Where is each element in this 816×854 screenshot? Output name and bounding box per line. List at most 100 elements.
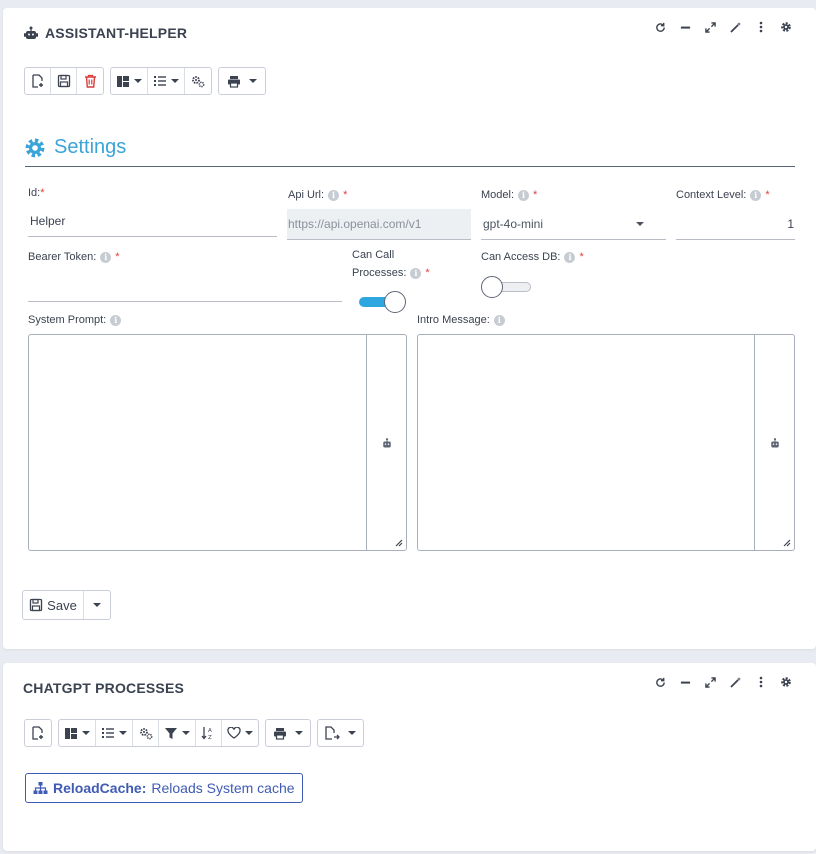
chevron-down-icon: [93, 603, 101, 607]
print-group: [265, 719, 311, 747]
minimize-icon[interactable]: [673, 674, 698, 690]
form-toolbar: [24, 67, 266, 95]
id-label: Id:*: [28, 187, 45, 199]
document-actions-group: [24, 67, 104, 95]
delete-icon: [84, 74, 96, 88]
context-level-field[interactable]: 1: [676, 209, 795, 240]
save-button-group: Save: [22, 590, 111, 620]
info-icon[interactable]: i: [328, 189, 340, 201]
info-icon[interactable]: i: [100, 251, 112, 263]
assistant-helper-panel: ASSISTANT-HELPER: [3, 8, 816, 649]
bearer-token-field[interactable]: [28, 268, 342, 302]
new-document-button[interactable]: [25, 720, 51, 746]
chevron-down-icon: [171, 79, 179, 83]
cogs-button[interactable]: [133, 720, 159, 746]
save-button-label: Save: [47, 597, 77, 613]
delete-button[interactable]: [77, 68, 103, 94]
export-dropdown-button[interactable]: [318, 720, 363, 746]
process-reloadcache-button[interactable]: ReloadCache: Reloads System cache: [25, 773, 303, 803]
print-group: [218, 67, 266, 95]
model-select[interactable]: gpt-4o-mini: [481, 209, 666, 240]
panel-title: ASSISTANT-HELPER: [23, 25, 187, 41]
settings-divider: [25, 166, 795, 167]
expand-icon[interactable]: [698, 19, 723, 35]
system-prompt-textarea[interactable]: [28, 334, 407, 551]
print-dropdown-button[interactable]: [266, 720, 310, 746]
panel-title: CHATGPT PROCESSES: [23, 680, 184, 696]
textarea-sidebar: [754, 335, 794, 550]
save-icon: [57, 74, 70, 88]
chevron-down-icon: [119, 731, 127, 735]
gear-icon[interactable]: [773, 19, 798, 35]
system-prompt-label: System Prompt: i: [28, 313, 122, 327]
save-options-dropdown[interactable]: [84, 591, 110, 619]
panel-title-text: ASSISTANT-HELPER: [45, 25, 188, 41]
required-mark: *: [425, 267, 430, 279]
settings-heading-text: Settings: [54, 136, 127, 158]
info-icon[interactable]: i: [493, 314, 505, 326]
info-icon[interactable]: i: [564, 251, 576, 263]
print-icon: [274, 727, 286, 740]
can-access-db-toggle[interactable]: [481, 276, 531, 298]
info-icon[interactable]: i: [750, 189, 762, 201]
resize-grip-icon[interactable]: [395, 539, 403, 547]
filter-dropdown-button[interactable]: [159, 720, 196, 746]
new-document-icon: [31, 74, 43, 88]
refresh-icon[interactable]: [648, 19, 673, 35]
expand-icon[interactable]: [698, 674, 723, 690]
list-dropdown-button[interactable]: [96, 720, 133, 746]
chevron-down-icon: [295, 731, 303, 735]
id-field[interactable]: Helper: [28, 205, 277, 237]
svg-text:A: A: [208, 728, 212, 734]
favorites-dropdown-button[interactable]: [222, 720, 258, 746]
minimize-icon[interactable]: [673, 19, 698, 35]
panel-window-controls: [648, 19, 798, 35]
info-icon[interactable]: i: [410, 267, 422, 279]
resize-grip-icon[interactable]: [783, 539, 791, 547]
layout-icon: [65, 727, 77, 739]
intro-message-textarea[interactable]: [417, 334, 795, 551]
svg-text:Z: Z: [208, 735, 212, 740]
sort-button[interactable]: AZ: [196, 720, 222, 746]
chatgpt-processes-panel: CHATGPT PROCESSES A Z: [3, 663, 816, 851]
required-mark: *: [115, 251, 120, 263]
api-url-field[interactable]: https://api.openai.com/v1: [287, 209, 471, 240]
sort-alpha-icon: AZ: [201, 727, 212, 740]
settings-heading: Settings: [24, 136, 126, 159]
required-mark: *: [533, 189, 538, 201]
info-icon[interactable]: i: [518, 189, 530, 201]
view-options-group: [110, 67, 212, 95]
can-access-db-label: Can Access DB: i *: [481, 251, 584, 263]
panel-title-text: CHATGPT PROCESSES: [23, 680, 185, 696]
chevron-down-icon: [182, 731, 190, 735]
required-mark: *: [343, 189, 348, 201]
processes-toolbar: AZ: [24, 719, 364, 747]
info-icon[interactable]: i: [110, 314, 122, 326]
list-dropdown-button[interactable]: [148, 68, 185, 94]
magic-wand-icon[interactable]: [723, 674, 748, 690]
layout-dropdown-button[interactable]: [59, 720, 96, 746]
can-call-processes-toggle[interactable]: [357, 291, 406, 313]
more-vertical-icon[interactable]: [748, 674, 773, 690]
layout-dropdown-button[interactable]: [111, 68, 148, 94]
new-group: [24, 719, 52, 747]
process-name: ReloadCache:: [53, 780, 147, 796]
list-icon: [154, 76, 166, 86]
textarea-sidebar: [366, 335, 406, 550]
more-vertical-icon[interactable]: [748, 19, 773, 35]
robot-icon[interactable]: [381, 437, 393, 449]
magic-wand-icon[interactable]: [723, 19, 748, 35]
model-label: Model: i *: [481, 189, 538, 201]
list-icon: [102, 728, 114, 738]
refresh-icon[interactable]: [648, 674, 673, 690]
save-button[interactable]: Save: [23, 591, 84, 619]
cogs-button[interactable]: [185, 68, 211, 94]
chevron-down-icon: [249, 79, 257, 83]
save-toolbar-button[interactable]: [51, 68, 77, 94]
bearer-token-label: Bearer Token: i *: [28, 251, 120, 263]
print-icon: [228, 75, 240, 88]
robot-icon[interactable]: [769, 437, 781, 449]
print-dropdown-button[interactable]: [219, 68, 265, 94]
gear-icon[interactable]: [773, 674, 798, 690]
new-document-button[interactable]: [25, 68, 51, 94]
